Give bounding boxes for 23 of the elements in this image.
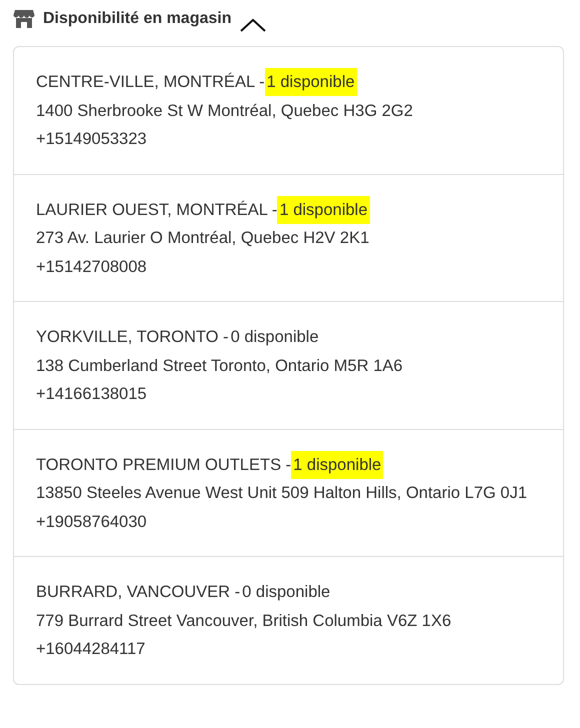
store-address: 13850 Steeles Avenue West Unit 509 Halton Hills, Ontario L7G 0J1: [36, 483, 528, 504]
availability-label: 1 disponible: [264, 68, 357, 96]
store-address: 779 Burrard Street Vancouver, British Columbia V6Z 1X6: [36, 610, 452, 632]
availability-label: 1 disponible: [277, 196, 370, 224]
availability-label: 0 disponible: [230, 327, 320, 348]
store-name: CENTRE-VILLE, MONTRÉAL -: [36, 73, 265, 91]
store-phone: +14166138015: [36, 384, 148, 405]
chevron-icon[interactable]: [239, 17, 268, 33]
availability-label: 0 disponible: [241, 582, 332, 603]
section-title: Disponibilité en magasin: [43, 10, 232, 28]
store-address: 273 Av. Laurier O Montréal, Quebec H2V 2K1: [36, 228, 370, 249]
store-address: 1400 Sherbrooke St W Montréal, Quebec H3G 2G2: [36, 100, 414, 122]
store-phone: +15149053323: [36, 129, 148, 150]
availability-label: 1 disponible: [291, 450, 384, 478]
store-address: 138 Cumberland Street Toronto, Ontario M5R 1A6: [36, 356, 404, 376]
store-name: TORONTO PREMIUM OUTLETS -: [36, 456, 292, 474]
store-name: BURRARD, VANCOUVER -: [36, 583, 240, 601]
store-icon: [13, 9, 35, 29]
store-name: YORKVILLE, TORONTO -: [36, 328, 229, 346]
store-phone: +15142708008: [36, 256, 148, 278]
store-name: LAURIER OUEST, MONTRÉAL -: [36, 200, 278, 218]
store-phone: +16044284117: [36, 639, 146, 660]
store-phone: +19058764030: [36, 512, 148, 532]
